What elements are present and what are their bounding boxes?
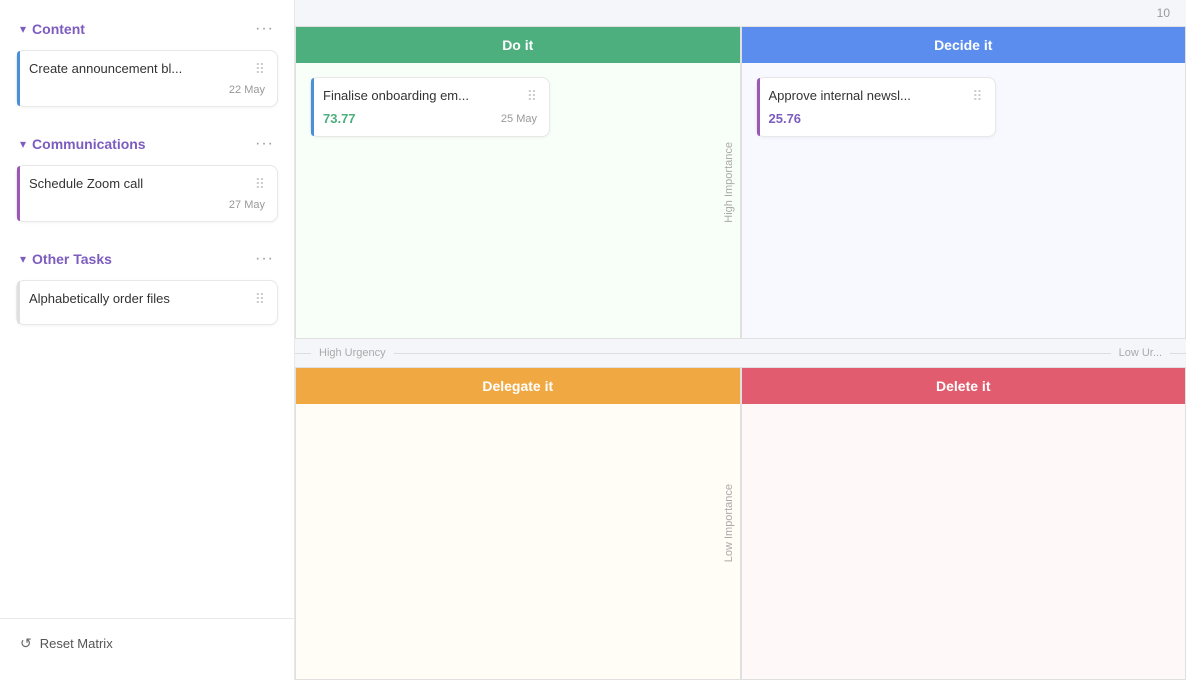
task-card-top: Schedule Zoom call ⠿ (29, 176, 265, 193)
drag-handle-icon[interactable]: ⠿ (527, 88, 537, 105)
more-options-icon[interactable]: ··· (255, 20, 274, 38)
matrix-task-date: 25 May (501, 113, 537, 125)
task-title: Create announcement bl... (29, 61, 251, 76)
communications-section-title: Communications (32, 136, 146, 152)
high-importance-label: High Importance (723, 142, 735, 223)
matrix-top-bar: 10 (295, 0, 1186, 26)
content-section: ▾ Content ··· Create announcement bl... … (0, 12, 294, 111)
more-options-icon[interactable]: ··· (255, 250, 274, 268)
reset-matrix-label: Reset Matrix (40, 636, 113, 651)
matrix-task-top: Approve internal newsl... ⠿ (769, 88, 983, 105)
task-card[interactable]: Create announcement bl... ⠿ 22 May (16, 50, 278, 107)
matrix-task-top: Finalise onboarding em... ⠿ (323, 88, 537, 105)
section-header-left: ▾ Communications (20, 136, 146, 152)
task-date: 22 May (29, 84, 265, 96)
task-date: 27 May (29, 199, 265, 211)
task-card[interactable]: Alphabetically order files ⠿ (16, 280, 278, 325)
matrix-task-card[interactable]: Approve internal newsl... ⠿ 25.76 (756, 77, 996, 137)
other-tasks-section-header[interactable]: ▾ Other Tasks ··· (0, 242, 294, 276)
section-header-left: ▾ Other Tasks (20, 251, 112, 267)
low-urgency-label: Low Ur... (1111, 347, 1170, 359)
matrix-task-bottom: 25.76 (769, 111, 983, 126)
task-score: 73.77 (323, 111, 356, 126)
communications-section: ▾ Communications ··· Schedule Zoom call … (0, 127, 294, 226)
more-options-icon[interactable]: ··· (255, 135, 274, 153)
chevron-down-icon: ▾ (20, 252, 26, 266)
task-card[interactable]: Schedule Zoom call ⠿ 27 May (16, 165, 278, 222)
drag-handle-icon[interactable]: ⠿ (255, 291, 265, 308)
task-score: 25.76 (769, 111, 802, 126)
content-section-title: Content (32, 21, 85, 37)
quadrant-header-delete-it: Delete it (742, 368, 1186, 404)
quadrant-header-delegate-it: Delegate it (296, 368, 740, 404)
drag-handle-icon[interactable]: ⠿ (972, 88, 982, 105)
chevron-down-icon: ▾ (20, 22, 26, 36)
quadrant-header-do-it: Do it (296, 27, 740, 63)
number-indicator: 10 (1157, 6, 1170, 20)
high-importance-label-container: High Importance (718, 27, 740, 338)
drag-handle-icon[interactable]: ⠿ (255, 61, 265, 78)
matrix-area: 10 Do it Finalise onboarding em... ⠿ 73.… (295, 0, 1186, 680)
task-card-top: Create announcement bl... ⠿ (29, 61, 265, 78)
matrix-task-bottom: 73.77 25 May (323, 111, 537, 126)
reset-matrix-footer[interactable]: ↺ Reset Matrix (0, 618, 294, 668)
task-title: Schedule Zoom call (29, 176, 251, 191)
drag-handle-icon[interactable]: ⠿ (255, 176, 265, 193)
quadrant-body-do-it: Finalise onboarding em... ⠿ 73.77 25 May (296, 63, 740, 159)
matrix-task-title: Finalise onboarding em... (323, 88, 523, 103)
quadrant-body-delete-it (742, 404, 1186, 584)
other-tasks-section: ▾ Other Tasks ··· Alphabetically order f… (0, 242, 294, 329)
task-card-top: Alphabetically order files ⠿ (29, 291, 265, 308)
section-header-left: ▾ Content (20, 21, 85, 37)
quadrant-do-it: Do it Finalise onboarding em... ⠿ 73.77 … (295, 26, 741, 339)
quadrant-header-decide-it: Decide it (742, 27, 1186, 63)
task-title: Alphabetically order files (29, 291, 251, 306)
high-urgency-label: High Urgency (311, 347, 394, 359)
chevron-down-icon: ▾ (20, 137, 26, 151)
matrix-task-title: Approve internal newsl... (769, 88, 969, 103)
low-importance-label-container: Low Importance (718, 368, 740, 679)
quadrant-delete-it: Delete it (741, 367, 1186, 680)
quadrant-body-decide-it: Approve internal newsl... ⠿ 25.76 (742, 63, 1186, 159)
low-importance-label: Low Importance (723, 484, 735, 562)
quadrant-body-delegate-it (296, 404, 740, 584)
quadrant-delegate-it: Delegate it Low Importance (295, 367, 741, 680)
other-tasks-section-title: Other Tasks (32, 251, 112, 267)
sidebar: ▾ Content ··· Create announcement bl... … (0, 0, 295, 680)
communications-section-header[interactable]: ▾ Communications ··· (0, 127, 294, 161)
content-section-header[interactable]: ▾ Content ··· (0, 12, 294, 46)
reset-icon: ↺ (20, 635, 32, 652)
matrix-task-card[interactable]: Finalise onboarding em... ⠿ 73.77 25 May (310, 77, 550, 137)
quadrant-decide-it: Decide it Approve internal newsl... ⠿ 25… (741, 26, 1186, 339)
axis-row: High Urgency Low Ur... (295, 339, 1186, 367)
